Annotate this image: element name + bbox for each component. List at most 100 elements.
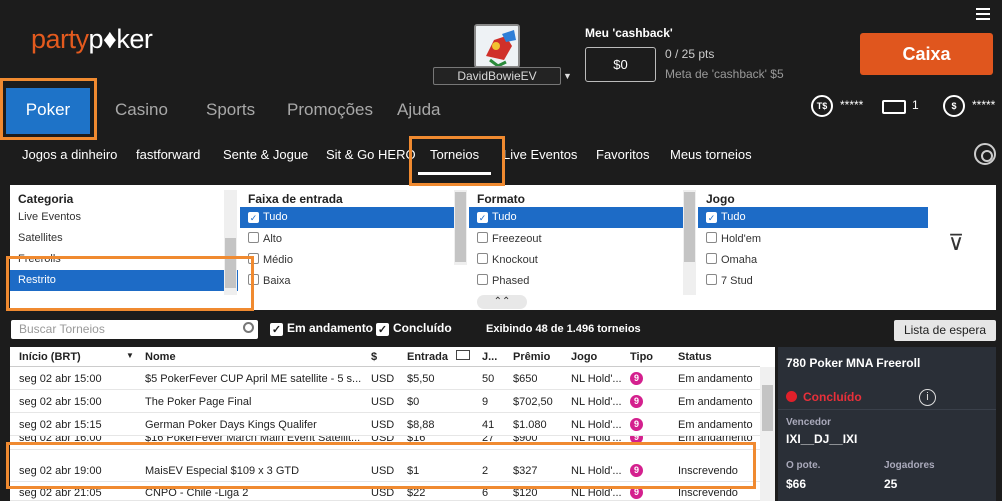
balance-value[interactable]: *****	[972, 98, 995, 112]
col-jogadores[interactable]: J...	[482, 351, 497, 363]
cashback-value: $0	[585, 47, 656, 82]
list-item[interactable]: Freezeout	[469, 228, 683, 249]
filter-header: Jogo	[698, 185, 928, 207]
filter-header: Formato	[469, 185, 683, 207]
menu-icon[interactable]	[976, 8, 990, 23]
list-item-selected[interactable]: ✓ Tudo	[698, 207, 928, 228]
divider	[778, 409, 996, 410]
checkbox-icon	[706, 274, 717, 285]
info-icon[interactable]: i	[919, 389, 936, 406]
scrollbar[interactable]	[683, 190, 696, 295]
table-row[interactable]: seg 02 abr 15:00 The Poker Page Final US…	[10, 390, 760, 413]
search-icon[interactable]	[243, 322, 254, 333]
gear-icon[interactable]	[974, 143, 996, 165]
col-entrada[interactable]: Entrada	[407, 351, 448, 363]
type-badge-icon: 9	[630, 395, 643, 408]
tab-casino[interactable]: Casino	[115, 100, 168, 120]
lista-de-espera-button[interactable]: Lista de espera	[894, 320, 996, 341]
col-nome[interactable]: Nome	[145, 351, 176, 363]
filter-header: Faixa de entrada	[240, 185, 454, 207]
filter-funnel-icon[interactable]: ⊽	[948, 230, 964, 256]
list-item-selected[interactable]: ✓ Tudo	[469, 207, 683, 228]
chevron-down-icon[interactable]: ▼	[563, 71, 572, 81]
avatar[interactable]	[474, 24, 520, 68]
cashback-title: Meu 'cashback'	[585, 26, 673, 40]
list-item[interactable]: Hold'em	[698, 228, 928, 249]
em-andamento-toggle[interactable]: ✓ Em andamento	[270, 321, 373, 336]
results-count: Exibindo 48 de 1.496 torneios	[486, 323, 641, 335]
cell-premio: $702,50	[513, 396, 553, 408]
checkbox-icon	[706, 232, 717, 243]
tab-ajuda[interactable]: Ajuda	[397, 100, 440, 120]
sort-desc-icon[interactable]: ▼	[126, 351, 134, 360]
checkbox-icon	[706, 253, 717, 264]
checkbox-icon	[477, 274, 488, 285]
concluido-toggle[interactable]: ✓ Concluído	[376, 321, 452, 336]
cell-jogadores: 41	[482, 419, 495, 431]
list-item[interactable]: Omaha	[698, 249, 928, 270]
checkbox-icon	[248, 232, 259, 243]
ticket-icon	[456, 350, 470, 363]
col-tipo[interactable]: Tipo	[630, 351, 653, 363]
table-scrollbar[interactable]	[760, 367, 775, 501]
dollar-icon: $	[943, 95, 965, 117]
status-badge: Concluído	[803, 390, 862, 404]
expand-filters-button[interactable]: ⌃⌃	[477, 295, 527, 309]
scrollbar[interactable]	[454, 190, 467, 265]
list-item[interactable]: 7 Stud	[698, 270, 928, 291]
vencedor-label: Vencedor	[786, 417, 832, 428]
search-input[interactable]: Buscar Torneios	[11, 320, 258, 339]
partypoker-logo[interactable]: partyp♦ker	[31, 24, 153, 55]
tab-promocoes[interactable]: Promoções	[287, 100, 373, 120]
tab-jogos-a-dinheiro[interactable]: Jogos a dinheiro	[22, 147, 117, 162]
cell-status: Em andamento	[678, 419, 753, 431]
jogadores-label: Jogadores	[884, 460, 935, 471]
cell-jogo: NL Hold'...	[571, 396, 622, 408]
tickets-count[interactable]: 1	[912, 98, 919, 112]
tab-live-eventos[interactable]: Live Eventos	[503, 147, 577, 162]
list-item-selected[interactable]: ✓ Tudo	[240, 207, 454, 228]
col-jogo[interactable]: Jogo	[571, 351, 597, 363]
list-item[interactable]: Knockout	[469, 249, 683, 270]
col-inicio[interactable]: Início (BRT)	[19, 351, 81, 363]
cell-moeda: USD	[371, 419, 395, 431]
list-item[interactable]: Live Eventos	[10, 207, 238, 228]
list-item[interactable]: Alto	[240, 228, 454, 249]
cell-nome: The Poker Page Final	[145, 396, 252, 408]
tab-favoritos[interactable]: Favoritos	[596, 147, 649, 162]
col-status[interactable]: Status	[678, 351, 712, 363]
col-premio[interactable]: Prêmio	[513, 351, 550, 363]
tournament-dollars-value[interactable]: *****	[840, 98, 863, 112]
cell-inicio: seg 02 abr 15:00	[19, 373, 102, 385]
tab-sente-jogue[interactable]: Sente & Jogue	[223, 147, 308, 162]
app-window: { "brand": {"party": "party", "poker": "…	[0, 0, 1002, 501]
tab-sports[interactable]: Sports	[206, 100, 255, 120]
filter-jogo: Jogo ✓ Tudo Hold'em Omaha 7 Stud	[698, 185, 928, 295]
table-row[interactable]: seg 02 abr 15:00 $5 PokerFever CUP April…	[10, 367, 760, 390]
type-badge-icon: 9	[630, 418, 643, 431]
checkbox-icon: ✓	[706, 212, 717, 223]
type-badge-icon: 9	[630, 372, 643, 385]
list-item[interactable]: Phased	[469, 270, 683, 291]
checkbox-icon	[477, 253, 488, 264]
username-dropdown[interactable]: DavidBowieEV	[433, 67, 561, 85]
cell-jogadores: 50	[482, 373, 495, 385]
caixa-button[interactable]: Caixa	[860, 33, 993, 75]
tab-sit-go-hero[interactable]: Sit & Go HERO	[326, 147, 416, 162]
list-item[interactable]: Médio	[240, 249, 454, 270]
tab-meus-torneios[interactable]: Meus torneios	[670, 147, 752, 162]
pote-value: $66	[786, 477, 807, 491]
vencedor-value: IXI__DJ__IXI	[786, 432, 858, 446]
list-item[interactable]: Baixa	[240, 270, 454, 291]
highlight-box	[6, 256, 254, 311]
jogadores-value: 25	[884, 477, 898, 491]
cell-jogadores: 9	[482, 396, 489, 408]
filter-faixa: Faixa de entrada ✓ Tudo Alto Médio Baixa	[240, 185, 454, 295]
table-row[interactable]: seg 02 abr 15:15 German Poker Days Kings…	[10, 413, 760, 436]
checkbox-icon: ✓	[376, 323, 389, 336]
tab-fastforward[interactable]: fastforward	[136, 147, 200, 162]
table-header: Início (BRT) ▼ Nome $ Entrada J... Prêmi…	[10, 347, 760, 367]
list-item[interactable]: Satellites	[10, 228, 238, 249]
col-moeda[interactable]: $	[371, 351, 377, 363]
cell-jogo: NL Hold'...	[571, 419, 622, 431]
